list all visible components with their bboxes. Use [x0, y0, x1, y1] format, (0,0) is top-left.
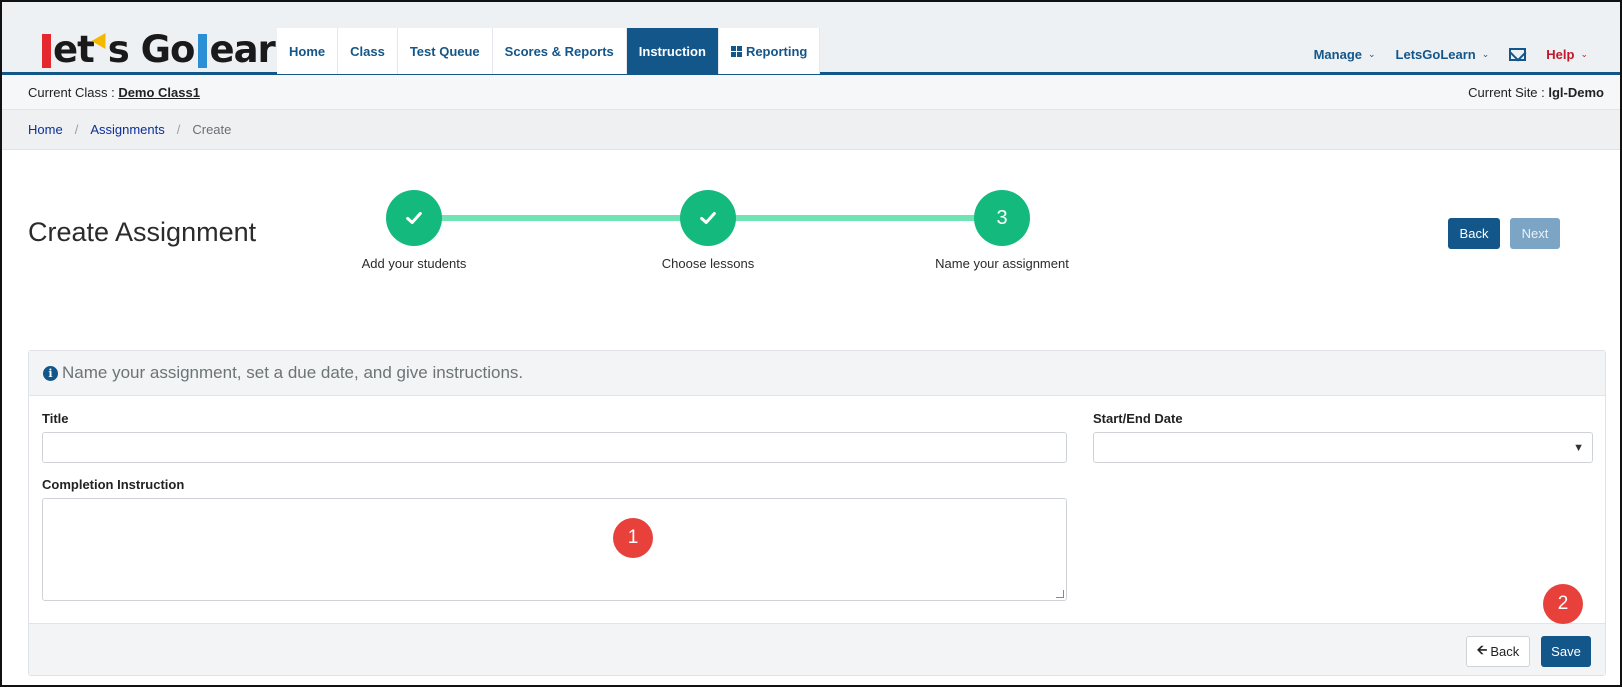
tab-test-queue[interactable]: Test Queue	[397, 28, 493, 74]
logo-l-red	[42, 34, 51, 68]
step-1-circle	[386, 190, 442, 246]
app-window: et s Go earn Home Class Test Queue Scores …	[0, 0, 1622, 687]
right-nav: Manage ⌄ LetsGoLearn ⌄ Help ⌄	[1314, 47, 1588, 62]
mail-icon[interactable]	[1509, 48, 1527, 61]
assignment-stepper: Add your students Choose lessons 3 Name …	[2, 190, 1620, 280]
breadcrumb-assignments[interactable]: Assignments	[90, 122, 164, 137]
main-tabs: Home Class Test Queue Scores & Reports I…	[277, 28, 821, 75]
arrow-left-icon: 🡨	[1476, 641, 1488, 657]
step-1-label: Add your students	[361, 256, 467, 271]
grid-icon	[730, 45, 742, 57]
user-menu[interactable]: LetsGoLearn ⌄	[1396, 47, 1490, 62]
chevron-down-icon: ⌄	[1580, 49, 1588, 59]
annotation-marker-2: 2	[1543, 584, 1583, 624]
title-label: Title	[42, 411, 69, 426]
completion-instruction-textarea[interactable]	[42, 498, 1067, 601]
check-icon	[700, 211, 716, 225]
step-2-label: Choose lessons	[661, 256, 755, 271]
title-input[interactable]	[42, 432, 1067, 463]
instruction-label: Completion Instruction	[42, 477, 185, 492]
save-button[interactable]: Save	[1541, 636, 1591, 667]
current-class: Current Class : Demo Class1	[28, 85, 200, 100]
tab-scores-reports[interactable]: Scores & Reports	[492, 28, 627, 74]
chevron-down-icon: ⌄	[1481, 49, 1490, 59]
annotation-marker-1: 1	[613, 518, 653, 558]
top-navbar: et s Go earn Home Class Test Queue Scores …	[2, 2, 1620, 75]
next-button[interactable]: Next	[1510, 218, 1560, 249]
help-menu[interactable]: Help ⌄	[1546, 47, 1588, 62]
step-2-circle	[680, 190, 736, 246]
letsgolearn-logo[interactable]: et s Go earn	[42, 24, 301, 68]
manage-menu[interactable]: Manage ⌄	[1314, 47, 1376, 62]
breadcrumb-separator: /	[74, 122, 79, 137]
info-icon: i	[43, 365, 58, 381]
tab-class[interactable]: Class	[338, 28, 398, 74]
breadcrumb-separator: /	[176, 122, 181, 137]
panel-heading: i Name your assignment, set a due date, …	[29, 351, 1605, 396]
step-connector	[414, 215, 708, 221]
start-end-date-select[interactable]: ▼	[1093, 432, 1593, 463]
step-connector	[708, 215, 1002, 221]
logo-l-blue	[198, 34, 208, 68]
breadcrumb-current: Create	[192, 122, 232, 137]
tab-instruction[interactable]: Instruction	[626, 28, 719, 74]
current-class-link[interactable]: Demo Class1	[118, 85, 200, 100]
date-label: Start/End Date	[1093, 411, 1183, 426]
tab-home[interactable]: Home	[277, 28, 339, 74]
breadcrumb-home[interactable]: Home	[28, 122, 63, 137]
chevron-down-icon: ⌄	[1368, 49, 1376, 59]
check-icon	[406, 211, 422, 225]
back-button[interactable]: Back	[1448, 218, 1500, 249]
dropdown-arrow-icon: ▼	[1573, 442, 1584, 454]
current-site: Current Site : lgl-Demo	[1468, 85, 1604, 100]
step-3-number: 3	[996, 206, 1008, 229]
assignment-form-panel: i Name your assignment, set a due date, …	[28, 350, 1606, 676]
tab-reporting[interactable]: Reporting	[718, 28, 821, 74]
footer-back-button[interactable]: 🡨 Back	[1466, 636, 1530, 667]
panel-footer	[29, 623, 1605, 675]
resize-handle-icon[interactable]	[1056, 590, 1064, 598]
breadcrumb: Home / Assignments / Create	[2, 110, 1620, 150]
step-3-circle: 3	[974, 190, 1030, 246]
class-bar: Current Class : Demo Class1 Current Site…	[2, 75, 1620, 110]
step-3-label: Name your assignment	[935, 256, 1069, 271]
